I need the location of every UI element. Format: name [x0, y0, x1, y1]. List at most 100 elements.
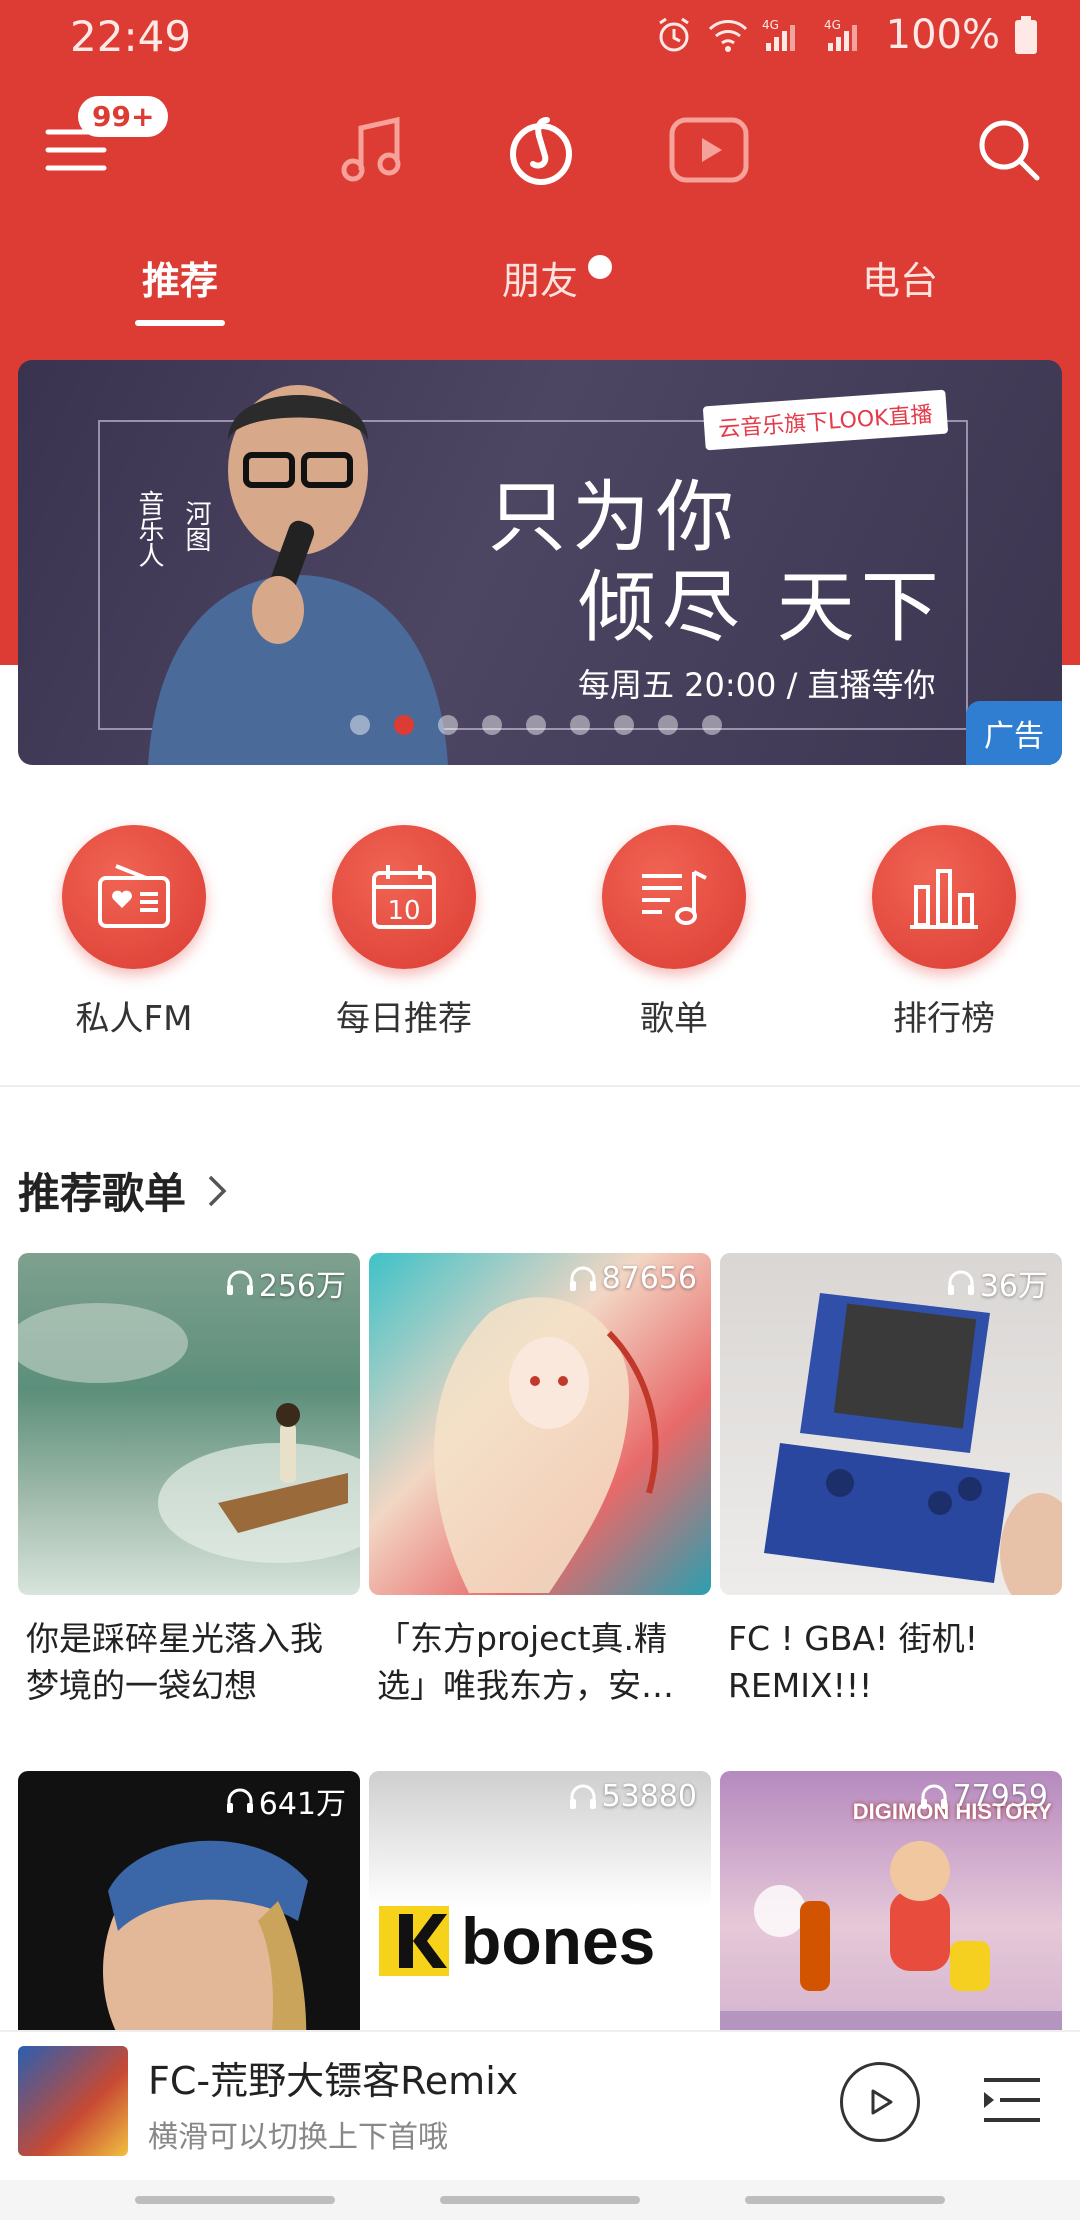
- play-count: 641万: [225, 1779, 346, 1823]
- play-count: 87656: [568, 1261, 697, 1296]
- pagination-dot: [702, 715, 722, 735]
- cover-art: [434, 1297, 659, 1593]
- bones-logo-icon: [379, 1906, 449, 1976]
- headphones-icon: [569, 1266, 596, 1291]
- play-button[interactable]: [840, 2062, 920, 2142]
- alarm-icon: [658, 17, 689, 52]
- pagination-dot: [482, 715, 502, 735]
- status-time: 22:49: [70, 12, 192, 61]
- signal-icon: 4G: [762, 18, 795, 51]
- nav-handle[interactable]: [135, 2196, 335, 2204]
- nav-handle[interactable]: [440, 2196, 640, 2204]
- play-count-value: 53880: [601, 1779, 697, 1814]
- playlist-cover: 36万: [720, 1253, 1062, 1595]
- play-count-value: 641万: [258, 1787, 346, 1822]
- svg-text:4G: 4G: [762, 18, 779, 32]
- play-count: 36万: [946, 1261, 1048, 1305]
- quick-label: 排行榜: [893, 999, 995, 1039]
- calendar-icon: 10: [372, 865, 436, 929]
- promo-banner[interactable]: 音乐人 河图 云音乐旗下LOOK直播 只为你 倾尽 天下 每周五 20:00 /…: [18, 360, 1062, 765]
- system-navigation-bar: [0, 2180, 1080, 2220]
- play-count-value: 77959: [952, 1779, 1048, 1814]
- active-tab-indicator: [135, 320, 225, 326]
- play-count: 53880: [568, 1779, 697, 1814]
- pagination-dot: [526, 715, 546, 735]
- svg-text:10: 10: [387, 896, 420, 926]
- playlist-card[interactable]: 36万 FC ! GBA! 街机! REMIX!!!: [720, 1253, 1062, 1709]
- now-playing-title: FC-荒野大镖客Remix: [148, 2059, 519, 2103]
- recommended-playlists-header[interactable]: 推荐歌单: [18, 1160, 232, 1221]
- playlist-cover: 256万: [18, 1253, 360, 1595]
- banner-pagination: [350, 715, 722, 735]
- now-playing-hint: 横滑可以切换上下首哦: [148, 2120, 448, 2155]
- ad-label: 广告: [966, 701, 1062, 765]
- play-count-value: 256万: [258, 1269, 346, 1304]
- bar-chart-icon: [910, 869, 978, 929]
- friends-unread-dot: [588, 255, 612, 279]
- signal-icon-2: 4G: [824, 18, 857, 51]
- search-button[interactable]: [954, 90, 1064, 210]
- cover-logo: bones: [379, 1903, 655, 1979]
- music-tab-button[interactable]: [318, 90, 428, 210]
- section-title: 推荐歌单: [18, 1169, 187, 1218]
- playlist-title: 你是踩碎星光落入我梦境的一袋幻想: [26, 1619, 323, 1705]
- play-count: 256万: [225, 1261, 346, 1305]
- quick-entry-row: 私人FM 10 每日推荐 歌单 排行榜: [0, 825, 1080, 1065]
- play-icon: [871, 2089, 893, 2115]
- banner-artist-image: [148, 385, 448, 765]
- playlist-title: 「东方project真.精选」唯我东方，安…: [377, 1619, 674, 1705]
- play-count-value: 36万: [979, 1269, 1048, 1304]
- pagination-dot: [570, 715, 590, 735]
- quick-daily-recommend[interactable]: 10 每日推荐: [304, 825, 504, 1040]
- quick-label: 歌单: [640, 999, 708, 1039]
- battery-percent: 100%: [885, 12, 1000, 58]
- quick-playlists[interactable]: 歌单: [574, 825, 774, 1040]
- quick-label: 每日推荐: [336, 999, 472, 1039]
- music-note-icon: [341, 116, 401, 182]
- feed-tabs: 推荐 朋友 电台: [0, 250, 1080, 330]
- tab-recommend[interactable]: 推荐: [80, 250, 280, 305]
- pagination-dot: [614, 715, 634, 735]
- playlist-cover: 87656: [369, 1253, 711, 1595]
- pagination-dot: [438, 715, 458, 735]
- nav-handle[interactable]: [745, 2196, 945, 2204]
- play-count: 77959: [919, 1779, 1048, 1814]
- pagination-dot-active: [394, 715, 414, 735]
- headphones-icon: [920, 1784, 947, 1809]
- headphones-icon: [569, 1784, 596, 1809]
- playlist-title: FC ! GBA! 街机! REMIX!!!: [728, 1619, 978, 1705]
- banner-headline-2: 倾尽 天下: [578, 563, 945, 653]
- battery-icon: [1015, 16, 1037, 54]
- headphones-icon: [947, 1270, 974, 1295]
- quick-private-fm[interactable]: 私人FM: [34, 825, 234, 1040]
- section-divider: [0, 1085, 1080, 1087]
- play-count-value: 87656: [601, 1261, 697, 1296]
- quick-charts[interactable]: 排行榜: [844, 825, 1044, 1040]
- tab-radio[interactable]: 电台: [800, 250, 1000, 305]
- pagination-dot: [350, 715, 370, 735]
- playlist-icon: [642, 870, 707, 925]
- now-playing-cover: [18, 2046, 128, 2156]
- radio-heart-icon: [98, 864, 170, 928]
- quick-label: 私人FM: [75, 999, 193, 1039]
- pagination-dot: [658, 715, 678, 735]
- banner-schedule: 每周五 20:00 / 直播等你: [578, 666, 936, 704]
- search-icon: [979, 120, 1040, 181]
- chevron-right-icon: [208, 1175, 227, 1206]
- playlist-card[interactable]: 256万 你是踩碎星光落入我梦境的一袋幻想: [18, 1253, 360, 1709]
- discover-tab-button[interactable]: [486, 90, 596, 210]
- svg-text:4G: 4G: [824, 18, 841, 32]
- playlist-queue-button[interactable]: [980, 2072, 1044, 2132]
- banner-artist-name: 河图: [181, 500, 211, 552]
- video-tab-button[interactable]: [654, 90, 764, 210]
- notification-badge: 99+: [78, 96, 169, 137]
- tab-friends[interactable]: 朋友: [440, 250, 640, 305]
- cover-text: bones: [461, 1904, 656, 1978]
- queue-list-icon: [984, 2078, 1040, 2122]
- banner-role: 音乐人: [134, 490, 164, 568]
- playlist-card[interactable]: 87656 「东方project真.精选」唯我东方，安…: [369, 1253, 711, 1709]
- status-icons: 4G 4G 100%: [654, 12, 1038, 58]
- mini-player[interactable]: FC-荒野大镖客Remix 横滑可以切换上下首哦: [0, 2030, 1080, 2180]
- headphones-icon: [226, 1270, 253, 1295]
- video-icon: [669, 117, 749, 183]
